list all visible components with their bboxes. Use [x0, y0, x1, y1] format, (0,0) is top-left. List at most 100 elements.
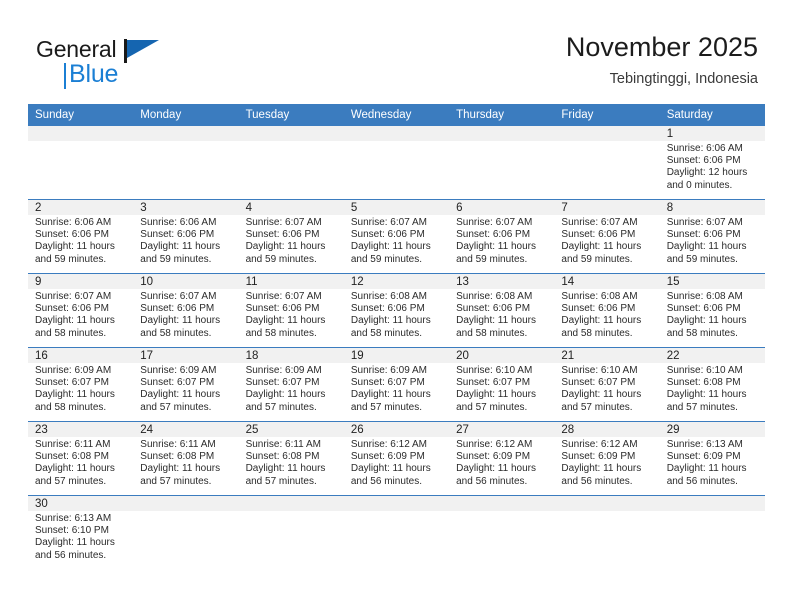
day-details: Sunrise: 6:06 AM Sunset: 6:06 PM Daylight:…	[133, 215, 238, 266]
day-number: 12	[343, 274, 450, 289]
calendar-empty-cell	[133, 495, 239, 569]
day-number: 7	[554, 200, 660, 215]
calendar-day-cell[interactable]: 13 Sunrise: 6:08 AM Sunset: 6:06 PM Dayligh…	[449, 273, 555, 348]
calendar-day-cell[interactable]: 27 Sunrise: 6:12 AM Sunset: 6:09 PM Dayligh…	[449, 421, 555, 496]
day-number: 26	[343, 422, 450, 437]
day-detail-line: Sunrise: 6:07 AM	[35, 291, 112, 302]
logo-blue-rule	[64, 63, 66, 89]
day-cell-inner	[554, 126, 660, 199]
day-detail-line: Daylight: 11 hours	[35, 315, 115, 327]
day-number	[659, 496, 765, 511]
day-detail-line: Sunset: 6:06 PM	[561, 229, 636, 241]
day-detail-line: Sunset: 6:09 PM	[456, 451, 531, 463]
calendar-day-cell[interactable]: 17 Sunrise: 6:09 AM Sunset: 6:07 PM Dayligh…	[133, 347, 239, 422]
calendar-day-cell[interactable]: 25 Sunrise: 6:11 AM Sunset: 6:08 PM Dayligh…	[238, 421, 344, 496]
day-detail-line: Sunset: 6:07 PM	[140, 377, 215, 389]
day-detail-line: Daylight: 11 hours	[140, 463, 221, 475]
calendar-day-cell[interactable]: 18 Sunrise: 6:09 AM Sunset: 6:07 PM Dayligh…	[238, 347, 344, 422]
day-detail-line: Sunrise: 6:13 AM	[666, 439, 743, 450]
calendar-day-cell[interactable]: 3 Sunrise: 6:06 AM Sunset: 6:06 PM Daylight…	[133, 199, 239, 274]
calendar-day-cell[interactable]: 26 Sunrise: 6:12 AM Sunset: 6:09 PM Dayligh…	[343, 421, 450, 496]
day-detail-line: Sunrise: 6:12 AM	[350, 439, 427, 450]
calendar-day-cell[interactable]: 12 Sunrise: 6:08 AM Sunset: 6:06 PM Dayligh…	[343, 273, 450, 348]
day-detail-line: and 58 minutes.	[666, 327, 738, 339]
calendar-empty-cell	[449, 495, 555, 569]
flag-triangle-icon	[124, 39, 159, 63]
calendar-week-row: 2 Sunrise: 6:06 AM Sunset: 6:06 PM Daylight…	[28, 199, 765, 274]
calendar-day-cell[interactable]: 29 Sunrise: 6:13 AM Sunset: 6:09 PM Dayligh…	[659, 421, 765, 496]
day-detail-line: Daylight: 11 hours	[35, 537, 115, 549]
day-detail-line: Sunset: 6:07 PM	[35, 377, 109, 389]
day-detail-line: Sunset: 6:06 PM	[140, 229, 215, 241]
day-detail-line: and 57 minutes.	[245, 475, 317, 487]
day-detail-line: Sunrise: 6:06 AM	[666, 143, 743, 154]
day-number: 3	[133, 200, 239, 215]
calendar-day-cell[interactable]: 16 Sunrise: 6:09 AM Sunset: 6:07 PM Dayligh…	[28, 347, 134, 422]
day-number	[449, 496, 555, 511]
calendar-day-cell[interactable]: 6 Sunrise: 6:07 AM Sunset: 6:06 PM Daylight…	[449, 199, 555, 274]
day-cell-inner: 25 Sunrise: 6:11 AM Sunset: 6:08 PM Dayligh…	[238, 422, 344, 495]
day-number: 10	[133, 274, 239, 289]
calendar-day-cell[interactable]: 10 Sunrise: 6:07 AM Sunset: 6:06 PM Dayligh…	[133, 273, 239, 348]
day-detail-line: and 56 minutes.	[350, 475, 423, 487]
calendar-day-cell[interactable]: 1 Sunrise: 6:06 AM Sunset: 6:06 PM Daylight…	[659, 126, 765, 200]
general-blue-logo[interactable]: General Blue	[36, 38, 236, 94]
calendar-day-cell[interactable]: 7 Sunrise: 6:07 AM Sunset: 6:06 PM Daylight…	[554, 199, 660, 274]
day-number: 24	[133, 422, 239, 437]
calendar-day-cell[interactable]: 24 Sunrise: 6:11 AM Sunset: 6:08 PM Dayligh…	[133, 421, 239, 496]
day-detail-line: Sunset: 6:06 PM	[350, 229, 425, 241]
day-cell-inner	[238, 496, 344, 569]
day-details: Sunrise: 6:06 AM Sunset: 6:06 PM Daylight:…	[660, 141, 765, 192]
day-detail-line: and 57 minutes.	[456, 401, 528, 413]
calendar-day-cell[interactable]: 2 Sunrise: 6:06 AM Sunset: 6:06 PM Daylight…	[28, 199, 134, 274]
calendar-day-cell[interactable]: 19 Sunrise: 6:09 AM Sunset: 6:07 PM Dayligh…	[343, 347, 450, 422]
page-subtitle: Tebingtinggi, Indonesia	[609, 70, 758, 87]
day-detail-line: and 56 minutes.	[456, 475, 528, 487]
calendar-day-cell[interactable]: 8 Sunrise: 6:07 AM Sunset: 6:06 PM Daylight…	[659, 199, 765, 274]
day-detail-line: Sunset: 6:06 PM	[350, 303, 425, 315]
calendar-day-cell[interactable]: 21 Sunrise: 6:10 AM Sunset: 6:07 PM Dayligh…	[554, 347, 660, 422]
calendar-day-cell[interactable]: 23 Sunrise: 6:11 AM Sunset: 6:08 PM Dayligh…	[28, 421, 134, 496]
day-details: Sunrise: 6:12 AM Sunset: 6:09 PM Daylight:…	[344, 437, 449, 488]
calendar-day-cell[interactable]: 30 Sunrise: 6:13 AM Sunset: 6:10 PM Dayligh…	[28, 495, 134, 569]
day-details: Sunrise: 6:08 AM Sunset: 6:06 PM Daylight:…	[344, 289, 449, 340]
weekday-header-tuesday: Tuesday	[238, 104, 344, 126]
calendar-day-cell[interactable]: 14 Sunrise: 6:08 AM Sunset: 6:06 PM Dayligh…	[554, 273, 660, 348]
calendar-week-row: 1 Sunrise: 6:06 AM Sunset: 6:06 PM Daylight…	[28, 126, 765, 200]
day-detail-line: Sunset: 6:06 PM	[35, 303, 109, 315]
day-cell-inner: 8 Sunrise: 6:07 AM Sunset: 6:06 PM Daylight…	[659, 200, 765, 273]
day-detail-line: Sunset: 6:06 PM	[666, 303, 741, 315]
day-detail-line: Sunset: 6:06 PM	[666, 155, 741, 167]
day-detail-line: Daylight: 11 hours	[140, 315, 221, 327]
day-detail-line: Sunrise: 6:09 AM	[35, 365, 112, 376]
day-cell-inner: 30 Sunrise: 6:13 AM Sunset: 6:10 PM Dayligh…	[28, 496, 134, 569]
calendar-day-cell[interactable]: 11 Sunrise: 6:07 AM Sunset: 6:06 PM Dayligh…	[238, 273, 344, 348]
calendar-day-cell[interactable]: 4 Sunrise: 6:07 AM Sunset: 6:06 PM Daylight…	[238, 199, 344, 274]
day-detail-line: Sunset: 6:06 PM	[245, 303, 320, 315]
calendar-grid: Sunday Monday Tuesday Wednesday Thursday Frid…	[28, 104, 765, 569]
day-number	[554, 496, 660, 511]
calendar-day-cell[interactable]: 15 Sunrise: 6:08 AM Sunset: 6:06 PM Dayligh…	[659, 273, 765, 348]
day-cell-inner: 16 Sunrise: 6:09 AM Sunset: 6:07 PM Dayligh…	[28, 348, 134, 421]
day-number	[449, 126, 555, 141]
calendar-day-cell[interactable]: 20 Sunrise: 6:10 AM Sunset: 6:07 PM Dayligh…	[449, 347, 555, 422]
day-detail-line: Sunrise: 6:07 AM	[140, 291, 217, 302]
day-number: 20	[449, 348, 555, 363]
day-detail-line: Daylight: 11 hours	[350, 389, 431, 401]
day-detail-line: Sunset: 6:07 PM	[561, 377, 636, 389]
day-detail-line: Sunrise: 6:11 AM	[140, 439, 216, 450]
day-number: 8	[659, 200, 765, 215]
calendar-empty-cell	[133, 126, 239, 200]
calendar-day-cell[interactable]: 9 Sunrise: 6:07 AM Sunset: 6:06 PM Daylight…	[28, 273, 134, 348]
calendar-day-cell[interactable]: 22 Sunrise: 6:10 AM Sunset: 6:08 PM Dayligh…	[659, 347, 765, 422]
day-details: Sunrise: 6:07 AM Sunset: 6:06 PM Daylight:…	[660, 215, 765, 266]
day-number: 30	[28, 496, 134, 511]
day-details: Sunrise: 6:07 AM Sunset: 6:06 PM Daylight:…	[344, 215, 449, 266]
day-detail-line: and 58 minutes.	[35, 327, 107, 339]
day-detail-line: and 0 minutes.	[666, 179, 733, 191]
day-number: 6	[449, 200, 555, 215]
day-number: 2	[28, 200, 134, 215]
calendar-day-cell[interactable]: 5 Sunrise: 6:07 AM Sunset: 6:06 PM Daylight…	[343, 199, 450, 274]
calendar-day-cell[interactable]: 28 Sunrise: 6:12 AM Sunset: 6:09 PM Dayligh…	[554, 421, 660, 496]
day-cell-inner: 23 Sunrise: 6:11 AM Sunset: 6:08 PM Dayligh…	[28, 422, 134, 495]
